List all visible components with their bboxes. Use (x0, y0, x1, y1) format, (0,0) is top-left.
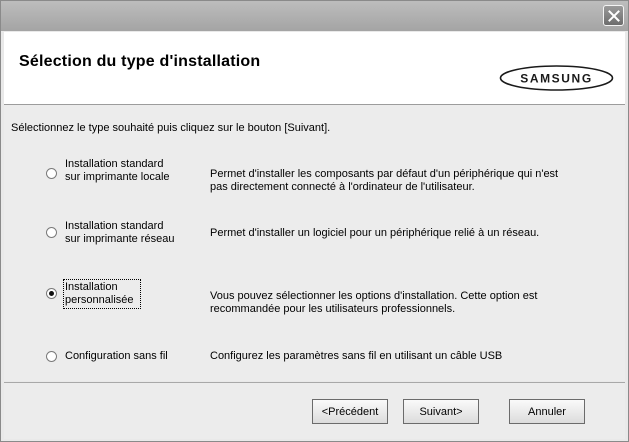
radio-custom[interactable] (46, 288, 57, 299)
svg-text:SAMSUNG: SAMSUNG (520, 72, 593, 86)
header-panel: Sélection du type d'installation SAMSUNG (4, 32, 625, 105)
radio-wireless[interactable] (46, 351, 57, 362)
page-title: Sélection du type d'installation (19, 53, 261, 70)
option-description: Permet d'installer les composants par dé… (210, 168, 559, 193)
option-custom[interactable]: Installation personnalisée Vous pouvez s… (4, 279, 625, 329)
option-label[interactable]: Installation standard sur imprimante rés… (65, 220, 185, 246)
option-label[interactable]: Installation personnalisée (63, 279, 141, 309)
radio-standard-network[interactable] (46, 227, 57, 238)
option-label[interactable]: Installation standard sur imprimante loc… (65, 158, 185, 184)
option-label[interactable]: Configuration sans fil (65, 350, 205, 363)
next-button[interactable]: Suivant> (403, 399, 479, 424)
cancel-button[interactable]: Annuler (509, 399, 585, 424)
radio-standard-local[interactable] (46, 168, 57, 179)
instruction-text: Sélectionnez le type souhaité puis cliqu… (11, 122, 331, 134)
option-standard-network[interactable]: Installation standard sur imprimante rés… (4, 217, 625, 267)
installer-window: Sélection du type d'installation SAMSUNG… (0, 0, 629, 442)
content-area: Sélectionnez le type souhaité puis cliqu… (4, 105, 625, 381)
title-bar (1, 1, 628, 31)
close-button[interactable] (603, 5, 624, 26)
option-standard-local[interactable]: Installation standard sur imprimante loc… (4, 155, 625, 205)
option-description: Permet d'installer un logiciel pour un p… (210, 227, 540, 239)
option-description: Configurez les paramètres sans fil en ut… (210, 350, 503, 362)
back-button[interactable]: <Précédent (312, 399, 388, 424)
button-bar: <Précédent Suivant> Annuler (4, 382, 625, 439)
option-description: Vous pouvez sélectionner les options d'i… (210, 290, 538, 315)
samsung-logo: SAMSUNG (499, 65, 614, 91)
close-icon (607, 9, 620, 22)
